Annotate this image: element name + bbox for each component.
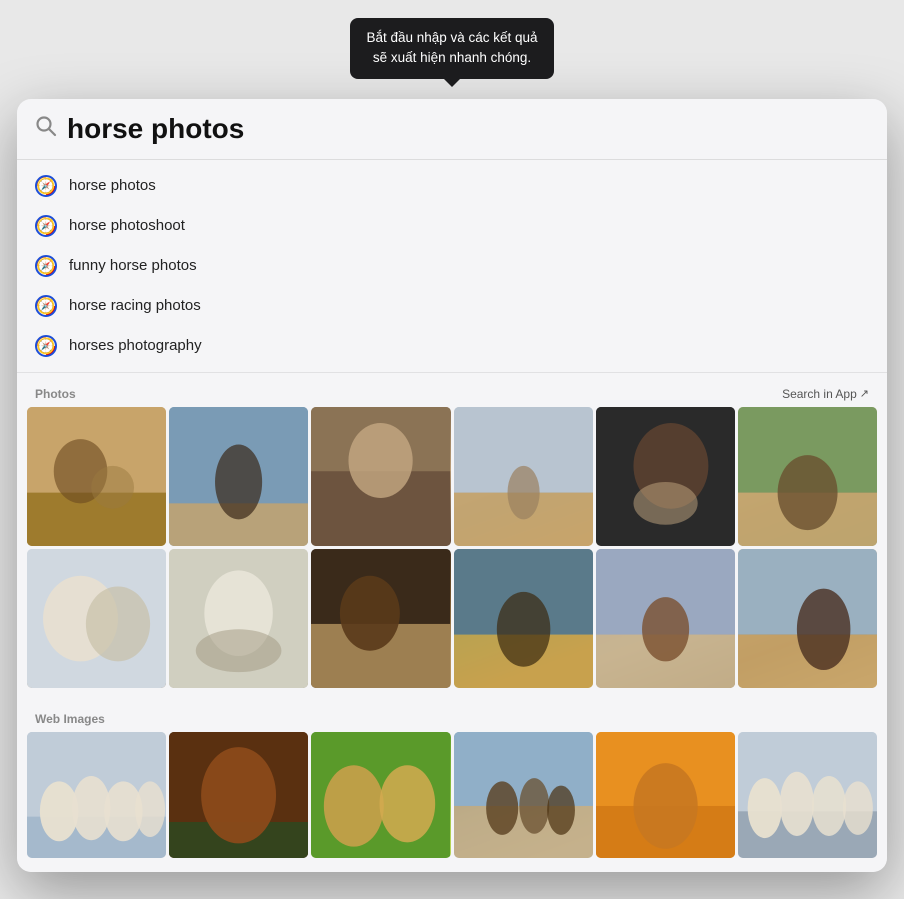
photo-cell-2[interactable] xyxy=(169,407,308,546)
photo-cell-4[interactable] xyxy=(454,407,593,546)
photo-cell-8[interactable] xyxy=(169,549,308,688)
photo-cell-6[interactable] xyxy=(738,407,877,546)
search-in-app-arrow-icon: ↗ xyxy=(860,387,869,400)
web-photo-cell-5[interactable] xyxy=(596,732,735,859)
photos-section-header: Photos Search in App ↗ xyxy=(17,383,887,407)
web-images-section: Web Images xyxy=(17,698,887,873)
compass-icon-4: 🧭 xyxy=(35,295,57,317)
tooltip-line2: sẽ xuất hiện nhanh chóng. xyxy=(373,50,531,65)
suggestion-item-5[interactable]: 🧭 horses photography xyxy=(17,326,887,366)
search-in-app-button[interactable]: Search in App ↗ xyxy=(782,387,869,401)
tooltip-line1: Bắt đầu nhập và các kết quả xyxy=(366,30,537,45)
photo-cell-12[interactable] xyxy=(738,549,877,688)
compass-icon-3: 🧭 xyxy=(35,255,57,277)
web-photo-cell-6[interactable] xyxy=(738,732,877,859)
suggestion-text-2: horse photoshoot xyxy=(69,217,185,234)
compass-icon-5: 🧭 xyxy=(35,335,57,357)
photo-cell-10[interactable] xyxy=(454,549,593,688)
suggestion-item-2[interactable]: 🧭 horse photoshoot xyxy=(17,206,887,246)
search-bar: horse photos xyxy=(17,99,887,160)
tooltip-bubble: Bắt đầu nhập và các kết quả sẽ xuất hiện… xyxy=(350,18,553,79)
photo-cell-7[interactable] xyxy=(27,549,166,688)
search-in-app-label: Search in App xyxy=(782,387,857,401)
spotlight-window: horse photos 🧭 horse photos 🧭 horse phot… xyxy=(17,99,887,873)
photos-grid xyxy=(17,407,887,698)
web-images-grid xyxy=(17,732,887,873)
photo-cell-5[interactable] xyxy=(596,407,735,546)
photo-cell-9[interactable] xyxy=(311,549,450,688)
search-icon xyxy=(35,115,57,143)
photo-cell-11[interactable] xyxy=(596,549,735,688)
photo-cell-3[interactable] xyxy=(311,407,450,546)
suggestion-item[interactable]: 🧭 horse photos xyxy=(17,166,887,206)
tooltip-area: Bắt đầu nhập và các kết quả sẽ xuất hiện… xyxy=(0,0,904,89)
compass-icon-1: 🧭 xyxy=(35,175,57,197)
web-photo-cell-2[interactable] xyxy=(169,732,308,859)
web-photo-cell-3[interactable] xyxy=(311,732,450,859)
suggestion-text-1: horse photos xyxy=(69,177,156,194)
suggestion-text-5: horses photography xyxy=(69,337,202,354)
suggestion-text-4: horse racing photos xyxy=(69,297,201,314)
search-query[interactable]: horse photos xyxy=(67,113,869,145)
web-images-section-header: Web Images xyxy=(17,708,887,732)
suggestion-item-4[interactable]: 🧭 horse racing photos xyxy=(17,286,887,326)
suggestion-text-3: funny horse photos xyxy=(69,257,197,274)
photo-cell-1[interactable] xyxy=(27,407,166,546)
photos-section-title: Photos xyxy=(35,387,76,401)
photos-section: Photos Search in App ↗ xyxy=(17,373,887,698)
suggestions-list: 🧭 horse photos 🧭 horse photoshoot 🧭 funn… xyxy=(17,160,887,373)
web-photo-cell-4[interactable] xyxy=(454,732,593,859)
web-images-section-title: Web Images xyxy=(35,712,105,726)
web-photo-cell-1[interactable] xyxy=(27,732,166,859)
compass-icon-2: 🧭 xyxy=(35,215,57,237)
suggestion-item-3[interactable]: 🧭 funny horse photos xyxy=(17,246,887,286)
